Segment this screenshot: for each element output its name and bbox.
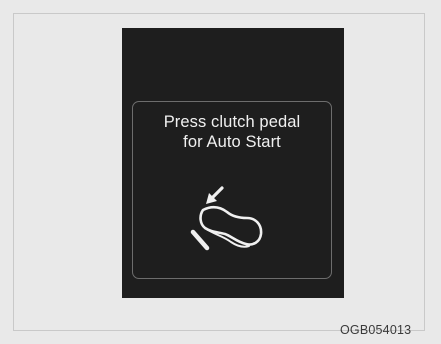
message-line-2: for Auto Start [183, 133, 281, 151]
message-line-1: Press clutch pedal [163, 113, 301, 131]
cluster-display: Press clutch pedal for Auto Start [122, 28, 344, 298]
auto-start-message-box: Press clutch pedal for Auto Start [132, 101, 332, 279]
figure-code: OGB054013 [340, 323, 412, 337]
clutch-pedal-foot-icon [190, 186, 263, 251]
